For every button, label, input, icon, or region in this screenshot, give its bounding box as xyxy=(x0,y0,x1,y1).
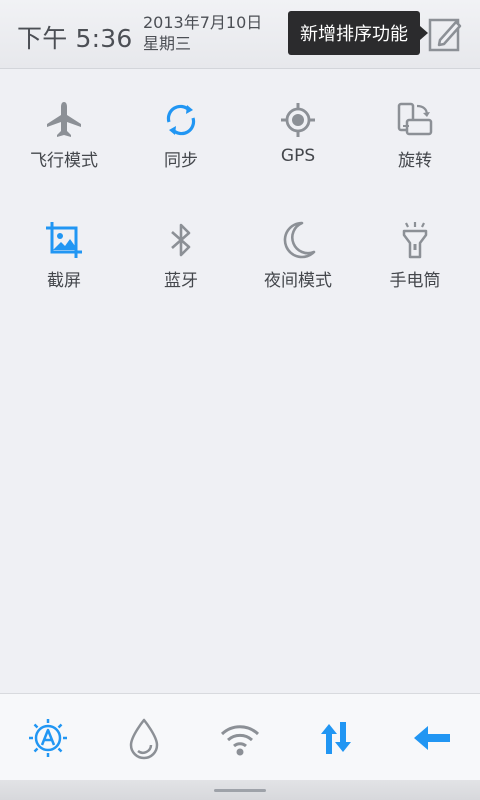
toggle-label: 旋转 xyxy=(398,151,432,171)
toggle-sync[interactable]: 同步 xyxy=(122,90,240,190)
night-mode-icon xyxy=(283,221,316,259)
toggle-rotate[interactable]: 旋转 xyxy=(356,90,474,190)
flashlight-icon xyxy=(402,222,428,259)
wifi-button[interactable] xyxy=(218,716,262,760)
notification-header: 下午 5:36 2013年7月10日 星期三 新增排序功能 xyxy=(0,0,480,69)
clock: 下午 5:36 xyxy=(17,24,133,53)
date-block: 2013年7月10日 星期三 xyxy=(143,12,262,54)
data-drop-button[interactable] xyxy=(122,716,166,760)
toggle-bluetooth[interactable]: 蓝牙 xyxy=(122,210,240,310)
toggle-screenshot[interactable]: 截屏 xyxy=(5,210,123,310)
toggle-label: 手电筒 xyxy=(389,271,441,291)
edit-icon xyxy=(428,18,462,52)
toggle-label: 同步 xyxy=(164,151,198,171)
wifi-icon xyxy=(220,725,260,756)
mobile-data-button[interactable] xyxy=(314,716,358,760)
edit-order-button[interactable] xyxy=(428,16,462,54)
airplane-icon xyxy=(47,102,81,137)
data-drop-icon xyxy=(129,718,159,760)
drag-handle-strip[interactable] xyxy=(0,780,480,800)
bluetooth-icon xyxy=(171,223,191,257)
back-arrow-icon xyxy=(414,726,450,750)
toggle-label: 蓝牙 xyxy=(164,271,198,291)
rotate-icon xyxy=(397,102,433,136)
toggle-flashlight[interactable]: 手电筒 xyxy=(356,210,474,310)
mobile-data-icon xyxy=(321,722,351,754)
screenshot-icon xyxy=(46,222,82,258)
toggle-label: 飞行模式 xyxy=(30,151,98,171)
sync-icon xyxy=(166,104,196,136)
drag-handle[interactable] xyxy=(214,789,266,792)
toggle-airplane-mode[interactable]: 飞行模式 xyxy=(5,90,123,190)
sort-feature-tooltip: 新增排序功能 xyxy=(288,11,428,55)
toggle-night-mode[interactable]: 夜间模式 xyxy=(239,210,357,310)
toggle-label: GPS xyxy=(280,146,316,166)
toggle-label: 夜间模式 xyxy=(264,271,332,291)
tooltip-text: 新增排序功能 xyxy=(300,24,408,45)
date-label: 2013年7月10日 xyxy=(143,13,263,32)
auto-brightness-button[interactable] xyxy=(26,716,70,760)
auto-brightness-icon xyxy=(29,719,67,757)
toggle-gps[interactable]: GPS xyxy=(239,90,357,190)
gps-icon xyxy=(281,103,315,137)
toggle-label: 截屏 xyxy=(47,271,81,291)
bottom-toggle-bar xyxy=(0,693,480,781)
weekday-label: 星期三 xyxy=(143,34,192,53)
back-button[interactable] xyxy=(410,716,454,760)
